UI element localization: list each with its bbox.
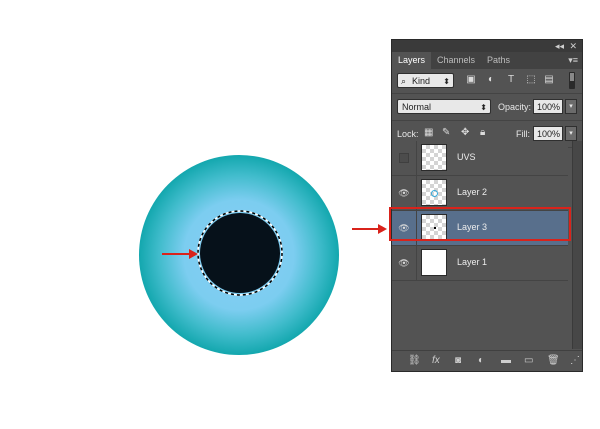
panel-menu-icon[interactable]: ▾≡ <box>568 52 578 69</box>
opacity-label: Opacity: <box>498 102 532 112</box>
fill-label: Fill: <box>516 129 530 139</box>
layer-row-layer-1[interactable]: 👁︎ Layer 1 <box>392 246 568 281</box>
type-filter-icon[interactable]: T <box>504 73 518 87</box>
updown-icon: ⬍ <box>480 103 487 112</box>
updown-icon: ⬍ <box>443 77 450 86</box>
tab-paths[interactable]: Paths <box>481 52 516 69</box>
layer-thumbnail <box>421 179 447 206</box>
tab-layers[interactable]: Layers <box>392 52 432 69</box>
lock-image-icon[interactable]: ✎ <box>442 126 450 140</box>
visibility-off-icon[interactable] <box>399 153 409 163</box>
smart-object-filter-icon[interactable]: ▤ <box>542 73 556 87</box>
adjustment-filter-icon[interactable]: ◐ <box>484 73 498 87</box>
lock-label: Lock: <box>397 129 419 139</box>
panel-title-bar: ◂◂ ✕ <box>392 40 582 52</box>
pixel-filter-icon[interactable]: ▣ <box>464 73 478 87</box>
pupil-circle <box>200 213 280 293</box>
close-icon[interactable]: ✕ <box>569 40 577 52</box>
blend-mode-value: Normal <box>402 102 432 112</box>
fx-icon[interactable]: fx <box>432 354 440 368</box>
layer-name: Layer 1 <box>457 257 488 267</box>
annotation-arrow-right <box>352 224 387 234</box>
opacity-input[interactable]: 100% <box>533 99 563 114</box>
tab-channels[interactable]: Channels <box>431 52 481 69</box>
layers-scrollbar[interactable] <box>572 141 582 349</box>
panel-tabs: Layers Channels Paths ▾≡ <box>392 52 582 69</box>
panel-footer: ⛓ fx ◙ ◐ ▬ ▭ 🗑︎ ⋰ <box>392 350 582 371</box>
lock-transparent-icon[interactable]: ▦ <box>424 126 433 140</box>
layer-row-layer-2[interactable]: 👁︎ Layer 2 <box>392 176 568 211</box>
annotation-highlight-box <box>389 207 571 241</box>
fill-dropdown-icon[interactable]: ▾ <box>565 126 577 141</box>
eye-icon[interactable]: 👁︎ <box>398 257 410 269</box>
lock-position-icon[interactable]: ✥ <box>461 126 469 140</box>
new-layer-icon[interactable]: ▭ <box>524 354 533 368</box>
search-icon: ⌕ <box>401 76 407 86</box>
collapse-icon[interactable]: ◂◂ <box>555 40 564 52</box>
resize-grip-icon[interactable]: ⋰ <box>570 354 580 369</box>
adjustment-layer-icon[interactable]: ◐ <box>478 354 484 368</box>
blend-row: Normal ⬍ Opacity: 100% ▾ <box>392 94 582 121</box>
layer-name: UVS <box>457 152 476 162</box>
kind-label: Kind <box>412 76 431 86</box>
trash-icon[interactable]: 🗑︎ <box>547 354 560 368</box>
add-mask-icon[interactable]: ◙ <box>455 354 461 368</box>
filter-row: ⌕ Kind ⬍ ▣ ◐ T ⬚ ▤ <box>392 69 582 94</box>
layer-thumbnail <box>421 144 447 171</box>
layers-panel: ◂◂ ✕ Layers Channels Paths ▾≡ ⌕ Kind ⬍ ▣… <box>391 39 583 372</box>
kind-filter-dropdown[interactable]: ⌕ Kind ⬍ <box>397 73 454 88</box>
eye-icon[interactable]: 👁︎ <box>398 187 410 199</box>
canvas-artwork <box>139 155 387 355</box>
layer-row-uvs[interactable]: UVS <box>392 141 568 176</box>
fill-input[interactable]: 100% <box>533 126 563 141</box>
blend-mode-dropdown[interactable]: Normal ⬍ <box>397 99 491 114</box>
lock-all-icon[interactable]: 🔒︎ <box>480 126 485 140</box>
shape-filter-icon[interactable]: ⬚ <box>524 73 538 87</box>
filter-toggle[interactable] <box>569 72 575 89</box>
new-group-icon[interactable]: ▬ <box>501 354 511 368</box>
layer-thumbnail <box>421 249 447 276</box>
layer-name: Layer 2 <box>457 187 488 197</box>
opacity-dropdown-icon[interactable]: ▾ <box>565 99 577 114</box>
link-layers-icon[interactable]: ⛓ <box>408 354 421 368</box>
